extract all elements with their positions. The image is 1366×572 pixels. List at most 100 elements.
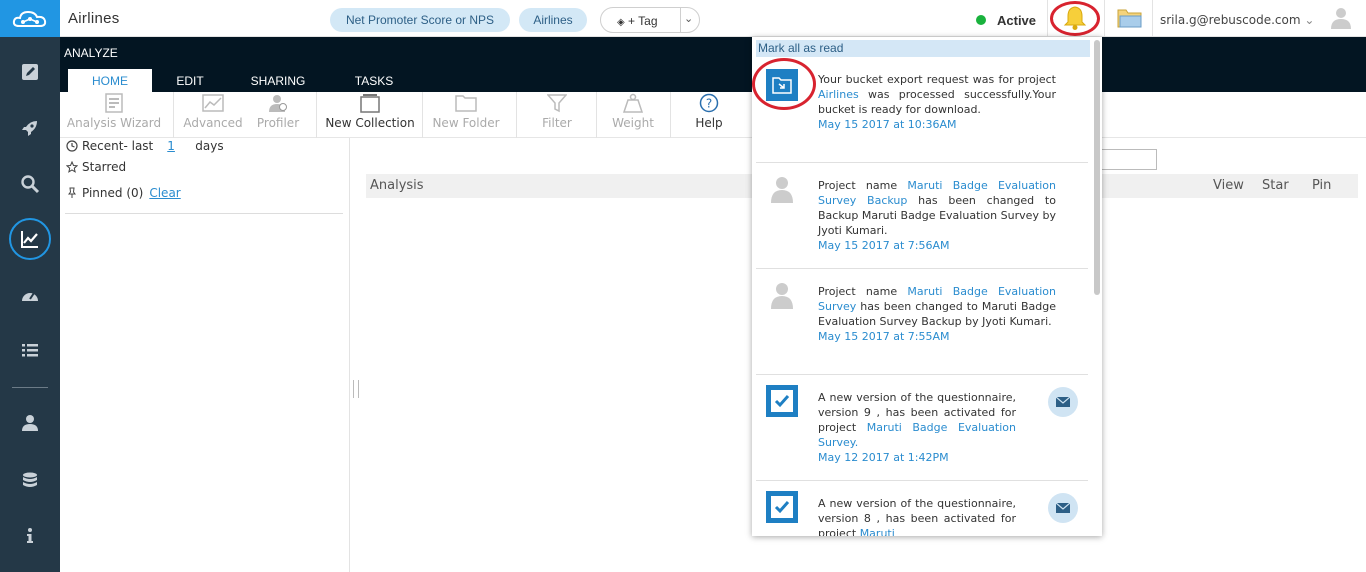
notification-text: Project name Maruti Badge Evaluation Sur… — [818, 285, 1056, 343]
top-header: Airlines Net Promoter Score or NPS Airli… — [60, 0, 1366, 37]
notification-item[interactable]: Project name Maruti Badge Evaluation Sur… — [756, 269, 1088, 375]
sidebar-divider — [12, 387, 48, 388]
section-label: ANALYZE — [64, 46, 118, 60]
pinned-filter[interactable]: Pinned (0) Clear — [65, 186, 181, 200]
info-icon[interactable] — [0, 518, 60, 554]
avatar[interactable] — [1331, 7, 1351, 29]
advanced-button[interactable]: Advanced — [180, 92, 246, 138]
rocket-icon[interactable] — [0, 110, 60, 146]
airlines-pill[interactable]: Airlines — [519, 8, 587, 32]
envelope-icon[interactable] — [1048, 387, 1078, 417]
scrollbar[interactable] — [1094, 40, 1100, 295]
weight-button[interactable]: Weight — [606, 92, 660, 138]
analysis-wizard-button[interactable]: Analysis Wizard — [66, 92, 162, 138]
clear-pinned-link[interactable]: Clear — [149, 186, 180, 200]
search-icon[interactable] — [0, 166, 60, 202]
chevron-down-icon[interactable]: ⌄ — [684, 12, 693, 25]
panel-divider — [65, 213, 343, 214]
folder-notification-icon[interactable] — [1117, 6, 1143, 30]
tag-icon: ◈ — [617, 17, 625, 28]
ribbon-separator — [516, 92, 517, 138]
pin-icon — [65, 186, 79, 200]
profiler-icon — [266, 92, 290, 114]
recent-days-input[interactable]: 1 — [167, 139, 183, 153]
recent-filter[interactable]: Recent- last 1 days — [65, 139, 224, 153]
notification-item[interactable]: Project name Maruti Badge Evaluation Sur… — [756, 163, 1088, 269]
column-star[interactable]: Star — [1262, 178, 1289, 193]
wizard-icon — [102, 92, 126, 114]
svg-text:?: ? — [706, 97, 712, 111]
notification-time: May 15 2017 at 7:55AM — [818, 330, 950, 343]
list-icon[interactable] — [0, 333, 60, 369]
export-highlight-ring — [752, 58, 816, 110]
help-button[interactable]: ? Help — [684, 92, 734, 138]
tag-separator — [680, 8, 681, 32]
weight-icon — [621, 92, 645, 114]
profiler-button[interactable]: Profiler — [250, 92, 306, 138]
dashboard-gauge-icon[interactable] — [0, 278, 60, 314]
advanced-chart-icon — [201, 92, 225, 114]
ribbon-separator — [422, 92, 423, 138]
ribbon-toolbar: Analysis Wizard Advanced Profiler New Co… — [60, 92, 1366, 138]
user-email[interactable]: srila.g@rebuscode.com ⌄ — [1160, 13, 1314, 27]
filter-button[interactable]: Filter — [530, 92, 584, 138]
column-pin[interactable]: Pin — [1312, 178, 1331, 193]
column-analysis[interactable]: Analysis — [370, 178, 424, 193]
ribbon-separator — [316, 92, 317, 138]
status-dot — [976, 15, 986, 25]
tab-sharing[interactable]: SHARING — [240, 69, 316, 92]
star-icon — [65, 160, 79, 174]
project-title: Airlines — [68, 10, 120, 27]
notification-text: A new version of the questionnaire, vers… — [818, 496, 1016, 536]
tag-label[interactable]: ◈ + Tag — [617, 14, 658, 28]
notification-time: May 12 2017 at 1:42PM — [818, 451, 949, 464]
notification-item[interactable]: A new version of the questionnaire, vers… — [756, 375, 1088, 481]
column-view[interactable]: View — [1213, 178, 1244, 193]
status-text: Active — [997, 13, 1037, 28]
notification-item[interactable]: A new version of the questionnaire, vers… — [756, 481, 1088, 536]
mark-all-read-button[interactable]: Mark all as read — [756, 40, 1090, 57]
notification-dropdown: Mark all as read Your bucket export requ… — [752, 37, 1102, 536]
folder-icon — [454, 92, 478, 114]
ribbon-separator — [670, 92, 671, 138]
nps-pill[interactable]: Net Promoter Score or NPS — [330, 8, 510, 32]
user-icon[interactable] — [0, 405, 60, 441]
project-link[interactable]: Airlines — [818, 88, 859, 101]
tab-tasks[interactable]: TASKS — [344, 69, 404, 92]
new-collection-button[interactable]: New Collection — [324, 92, 416, 138]
analyze-band: ANALYZE HOME EDIT SHARING TASKS — [60, 37, 1366, 92]
panel-resize-handle[interactable] — [353, 380, 359, 398]
new-folder-button[interactable]: New Folder — [428, 92, 504, 138]
database-icon[interactable] — [0, 463, 60, 499]
notification-text: Your bucket export request was for proje… — [818, 73, 1056, 131]
ribbon-separator — [596, 92, 597, 138]
bell-highlight-ring — [1050, 1, 1100, 36]
tab-edit[interactable]: EDIT — [160, 69, 220, 92]
starred-filter[interactable]: Starred — [65, 160, 126, 174]
analysis-filter-panel: Recent- last 1 days Starred Pinned (0) C… — [60, 138, 350, 572]
tag-dropdown[interactable]: ◈ + Tag ⌄ — [600, 7, 700, 33]
clock-icon — [65, 139, 79, 153]
analytics-chart-icon[interactable] — [0, 221, 60, 257]
header-divider — [1152, 0, 1153, 37]
user-avatar-icon — [766, 173, 798, 205]
help-icon: ? — [697, 92, 721, 114]
notification-time: May 15 2017 at 7:56AM — [818, 239, 950, 252]
notification-time: May 15 2017 at 10:36AM — [818, 118, 957, 131]
header-divider — [1047, 0, 1048, 37]
project-link[interactable]: Maruti — [860, 527, 895, 536]
checkbox-icon — [766, 385, 798, 417]
search-input[interactable] — [1097, 149, 1157, 170]
checkbox-icon — [766, 491, 798, 523]
chevron-down-icon[interactable]: ⌄ — [1304, 13, 1314, 27]
notification-text: Project name Maruti Badge Evaluation Sur… — [818, 179, 1056, 252]
collection-icon — [358, 92, 382, 114]
tab-home[interactable]: HOME — [68, 69, 152, 92]
filter-icon — [545, 92, 569, 114]
notification-text: A new version of the questionnaire, vers… — [818, 391, 1016, 464]
ribbon-separator — [173, 92, 174, 138]
user-avatar-icon — [766, 279, 798, 311]
edit-icon[interactable] — [0, 54, 60, 90]
envelope-icon[interactable] — [1048, 493, 1078, 523]
app-logo[interactable] — [0, 0, 60, 37]
